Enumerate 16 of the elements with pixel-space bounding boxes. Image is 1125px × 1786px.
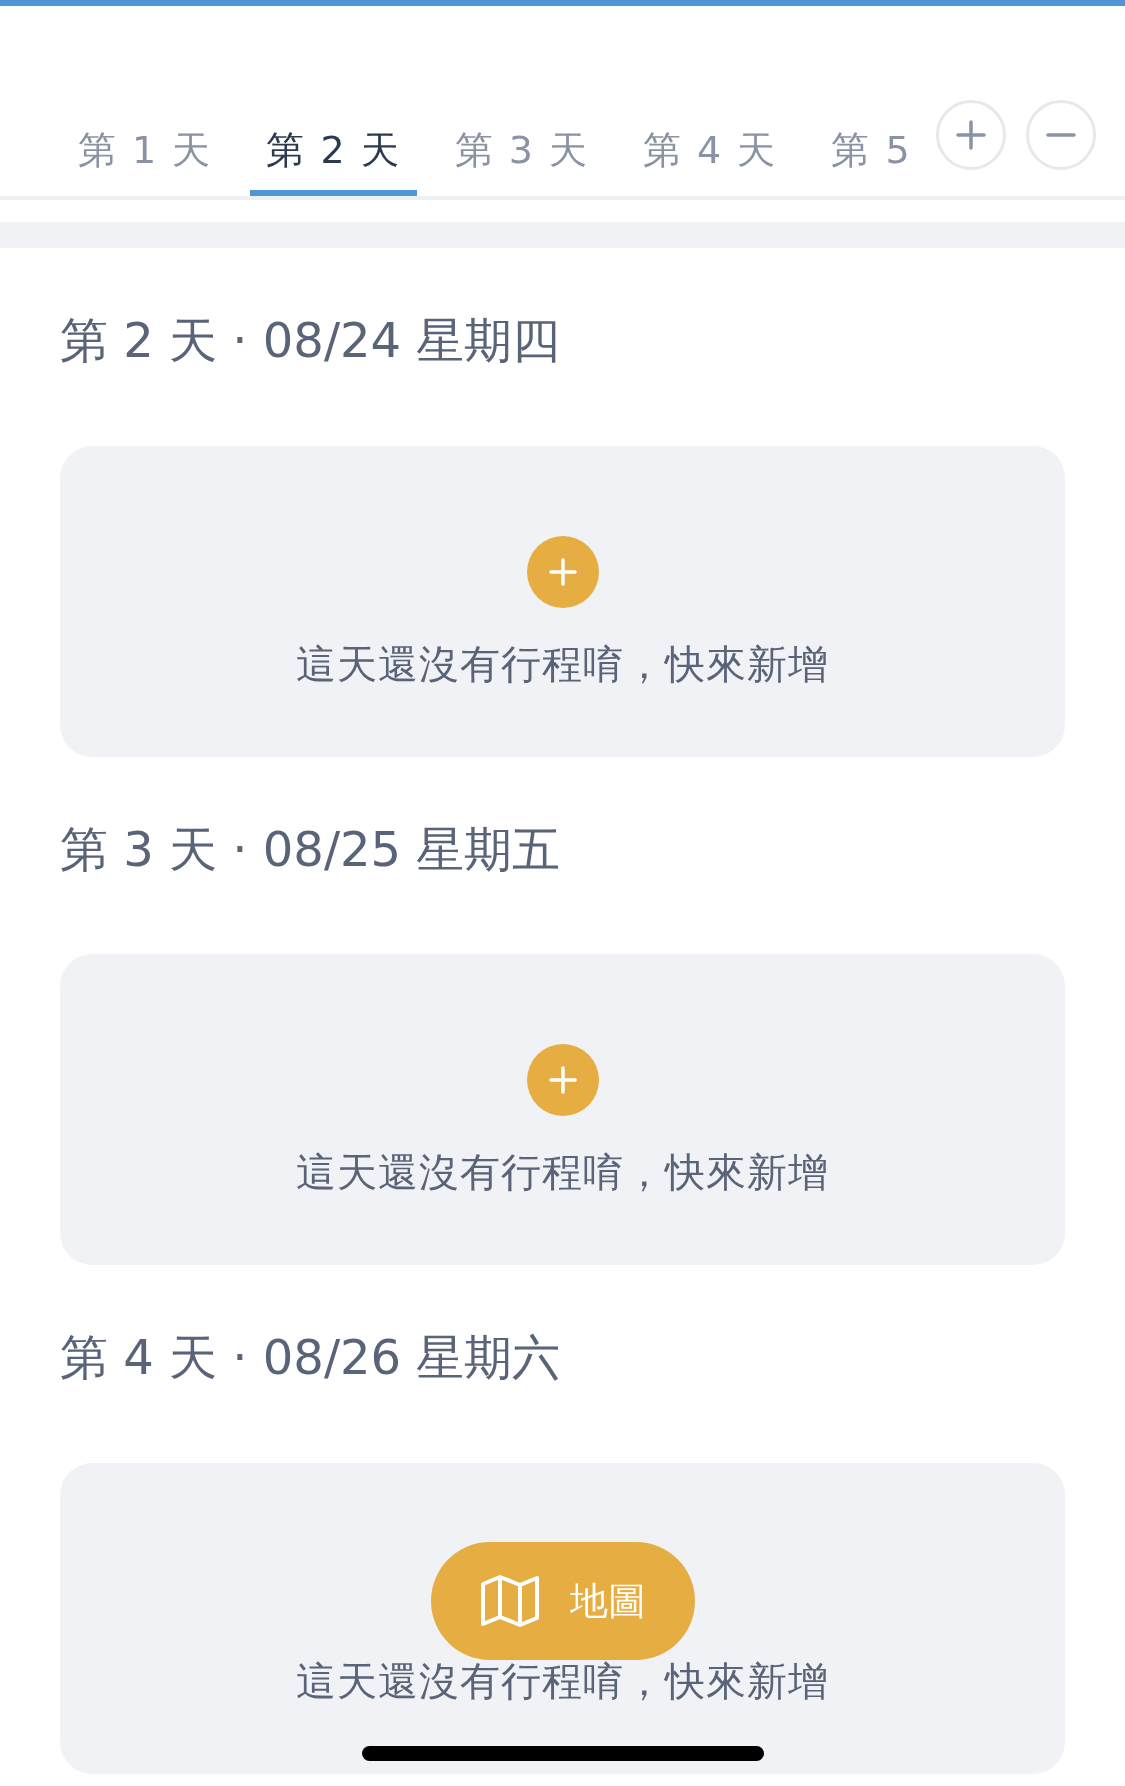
day-heading: 第 4 天 · 08/26 星期六 — [60, 1329, 562, 1387]
plus-icon — [547, 1065, 578, 1096]
plus-icon — [955, 120, 986, 150]
empty-message: 這天還沒有行程唷，快來新增 — [296, 1148, 829, 1198]
day-tab[interactable]: 第 2 天 — [250, 96, 417, 196]
day-tab[interactable]: 第 3 天 — [438, 96, 606, 196]
day-tab[interactable]: 第 4 天 — [627, 96, 794, 196]
empty-message: 這天還沒有行程唷，快來新增 — [296, 639, 829, 689]
day-heading: 第 3 天 · 08/25 星期五 — [60, 820, 562, 879]
minus-icon — [1045, 133, 1076, 137]
day-tab[interactable]: 第 1 天 — [62, 96, 229, 196]
map-icon — [480, 1574, 540, 1628]
map-button[interactable]: 地圖 — [431, 1542, 695, 1660]
day-heading: 第 2 天 · 08/24 星期四 — [60, 312, 562, 370]
day-tab[interactable]: 第 5 — [815, 96, 928, 196]
plus-icon — [547, 556, 578, 587]
